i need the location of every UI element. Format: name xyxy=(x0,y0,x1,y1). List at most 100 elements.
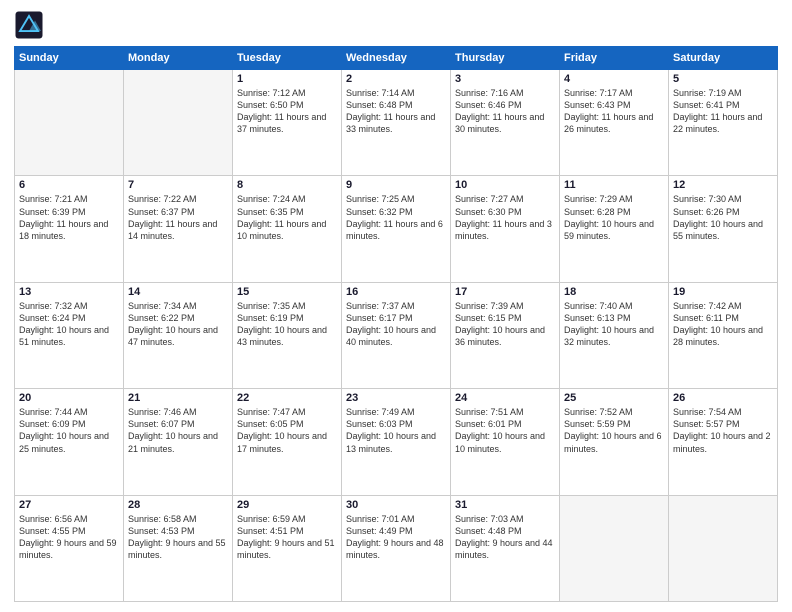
logo-icon xyxy=(14,10,44,40)
day-info: Sunrise: 7:47 AMSunset: 6:05 PMDaylight:… xyxy=(237,406,337,455)
day-number: 28 xyxy=(128,499,228,511)
calendar-cell: 10 Sunrise: 7:27 AMSunset: 6:30 PMDayligh… xyxy=(451,176,560,282)
day-info: Sunrise: 7:54 AMSunset: 5:57 PMDaylight:… xyxy=(673,406,773,455)
weekday-header-friday: Friday xyxy=(560,47,669,70)
calendar-cell: 7 Sunrise: 7:22 AMSunset: 6:37 PMDaylight… xyxy=(124,176,233,282)
day-number: 23 xyxy=(346,392,446,404)
day-info: Sunrise: 7:52 AMSunset: 5:59 PMDaylight:… xyxy=(564,406,664,455)
day-number: 4 xyxy=(564,73,664,85)
calendar-cell: 30 Sunrise: 7:01 AMSunset: 4:49 PMDayligh… xyxy=(342,495,451,601)
week-row-5: 27 Sunrise: 6:56 AMSunset: 4:55 PMDayligh… xyxy=(15,495,778,601)
page: SundayMondayTuesdayWednesdayThursdayFrid… xyxy=(0,0,792,612)
weekday-header-thursday: Thursday xyxy=(451,47,560,70)
weekday-header-wednesday: Wednesday xyxy=(342,47,451,70)
calendar-cell: 24 Sunrise: 7:51 AMSunset: 6:01 PMDayligh… xyxy=(451,389,560,495)
day-info: Sunrise: 7:17 AMSunset: 6:43 PMDaylight:… xyxy=(564,87,664,136)
calendar-cell: 9Sunrise: 7:25 AMSunset: 6:32 PMDaylight… xyxy=(342,176,451,282)
calendar-cell xyxy=(15,70,124,176)
week-row-3: 13 Sunrise: 7:32 AMSunset: 6:24 PMDayligh… xyxy=(15,282,778,388)
day-info: Sunrise: 7:30 AMSunset: 6:26 PMDaylight:… xyxy=(673,193,773,242)
calendar-cell: 2Sunrise: 7:14 AMSunset: 6:48 PMDaylight… xyxy=(342,70,451,176)
day-number: 29 xyxy=(237,499,337,511)
calendar-cell: 12 Sunrise: 7:30 AMSunset: 6:26 PMDayligh… xyxy=(669,176,778,282)
calendar-cell: 14 Sunrise: 7:34 AMSunset: 6:22 PMDayligh… xyxy=(124,282,233,388)
calendar-cell xyxy=(124,70,233,176)
day-info: Sunrise: 7:16 AMSunset: 6:46 PMDaylight:… xyxy=(455,87,555,136)
day-number: 21 xyxy=(128,392,228,404)
calendar-cell: 20 Sunrise: 7:44 AMSunset: 6:09 PMDayligh… xyxy=(15,389,124,495)
calendar-cell: 5Sunrise: 7:19 AMSunset: 6:41 PMDaylight… xyxy=(669,70,778,176)
day-number: 30 xyxy=(346,499,446,511)
calendar-table: SundayMondayTuesdayWednesdayThursdayFrid… xyxy=(14,46,778,602)
day-number: 20 xyxy=(19,392,119,404)
calendar-cell: 19Sunrise: 7:42 AMSunset: 6:11 PMDayligh… xyxy=(669,282,778,388)
day-info: Sunrise: 7:21 AMSunset: 6:39 PMDaylight:… xyxy=(19,193,119,242)
day-number: 1 xyxy=(237,73,337,85)
calendar-cell: 25 Sunrise: 7:52 AMSunset: 5:59 PMDayligh… xyxy=(560,389,669,495)
day-number: 10 xyxy=(455,179,555,191)
day-number: 16 xyxy=(346,286,446,298)
day-info: Sunrise: 7:22 AMSunset: 6:37 PMDaylight:… xyxy=(128,193,228,242)
day-number: 24 xyxy=(455,392,555,404)
day-info: Sunrise: 6:59 AMSunset: 4:51 PMDaylight:… xyxy=(237,513,337,562)
day-number: 6 xyxy=(19,179,119,191)
calendar-cell: 21Sunrise: 7:46 AMSunset: 6:07 PMDayligh… xyxy=(124,389,233,495)
day-info: Sunrise: 7:44 AMSunset: 6:09 PMDaylight:… xyxy=(19,406,119,455)
weekday-header-saturday: Saturday xyxy=(669,47,778,70)
day-number: 2 xyxy=(346,73,446,85)
calendar-cell: 31 Sunrise: 7:03 AMSunset: 4:48 PMDayligh… xyxy=(451,495,560,601)
day-number: 5 xyxy=(673,73,773,85)
day-info: Sunrise: 7:01 AMSunset: 4:49 PMDaylight:… xyxy=(346,513,446,562)
day-number: 26 xyxy=(673,392,773,404)
day-number: 13 xyxy=(19,286,119,298)
day-number: 14 xyxy=(128,286,228,298)
weekday-header-tuesday: Tuesday xyxy=(233,47,342,70)
day-info: Sunrise: 7:39 AMSunset: 6:15 PMDaylight:… xyxy=(455,300,555,349)
day-info: Sunrise: 7:24 AMSunset: 6:35 PMDaylight:… xyxy=(237,193,337,242)
day-info: Sunrise: 6:56 AMSunset: 4:55 PMDaylight:… xyxy=(19,513,119,562)
day-info: Sunrise: 6:58 AMSunset: 4:53 PMDaylight:… xyxy=(128,513,228,562)
calendar-cell: 22 Sunrise: 7:47 AMSunset: 6:05 PMDayligh… xyxy=(233,389,342,495)
day-info: Sunrise: 7:29 AMSunset: 6:28 PMDaylight:… xyxy=(564,193,664,242)
day-number: 7 xyxy=(128,179,228,191)
calendar-cell: 27 Sunrise: 6:56 AMSunset: 4:55 PMDayligh… xyxy=(15,495,124,601)
day-info: Sunrise: 7:27 AMSunset: 6:30 PMDaylight:… xyxy=(455,193,555,242)
calendar-cell: 3 Sunrise: 7:16 AMSunset: 6:46 PMDaylight… xyxy=(451,70,560,176)
calendar-cell xyxy=(669,495,778,601)
day-number: 27 xyxy=(19,499,119,511)
calendar-cell: 17Sunrise: 7:39 AMSunset: 6:15 PMDayligh… xyxy=(451,282,560,388)
calendar-cell: 13 Sunrise: 7:32 AMSunset: 6:24 PMDayligh… xyxy=(15,282,124,388)
weekday-header-monday: Monday xyxy=(124,47,233,70)
day-number: 3 xyxy=(455,73,555,85)
day-number: 9 xyxy=(346,179,446,191)
calendar-cell: 28 Sunrise: 6:58 AMSunset: 4:53 PMDayligh… xyxy=(124,495,233,601)
week-row-4: 20 Sunrise: 7:44 AMSunset: 6:09 PMDayligh… xyxy=(15,389,778,495)
calendar-cell: 16Sunrise: 7:37 AMSunset: 6:17 PMDayligh… xyxy=(342,282,451,388)
calendar-cell: 11Sunrise: 7:29 AMSunset: 6:28 PMDayligh… xyxy=(560,176,669,282)
week-row-2: 6 Sunrise: 7:21 AMSunset: 6:39 PMDaylight… xyxy=(15,176,778,282)
day-number: 22 xyxy=(237,392,337,404)
day-info: Sunrise: 7:49 AMSunset: 6:03 PMDaylight:… xyxy=(346,406,446,455)
day-number: 15 xyxy=(237,286,337,298)
calendar-cell: 4 Sunrise: 7:17 AMSunset: 6:43 PMDaylight… xyxy=(560,70,669,176)
day-info: Sunrise: 7:51 AMSunset: 6:01 PMDaylight:… xyxy=(455,406,555,455)
calendar-cell: 23 Sunrise: 7:49 AMSunset: 6:03 PMDayligh… xyxy=(342,389,451,495)
day-info: Sunrise: 7:40 AMSunset: 6:13 PMDaylight:… xyxy=(564,300,664,349)
calendar-cell: 1 Sunrise: 7:12 AMSunset: 6:50 PMDaylight… xyxy=(233,70,342,176)
day-number: 12 xyxy=(673,179,773,191)
day-info: Sunrise: 7:03 AMSunset: 4:48 PMDaylight:… xyxy=(455,513,555,562)
weekday-header-sunday: Sunday xyxy=(15,47,124,70)
calendar-cell: 18Sunrise: 7:40 AMSunset: 6:13 PMDayligh… xyxy=(560,282,669,388)
calendar-cell xyxy=(560,495,669,601)
day-number: 31 xyxy=(455,499,555,511)
day-number: 25 xyxy=(564,392,664,404)
header xyxy=(14,10,778,40)
day-info: Sunrise: 7:42 AMSunset: 6:11 PMDaylight:… xyxy=(673,300,773,349)
day-info: Sunrise: 7:12 AMSunset: 6:50 PMDaylight:… xyxy=(237,87,337,136)
week-row-1: 1 Sunrise: 7:12 AMSunset: 6:50 PMDaylight… xyxy=(15,70,778,176)
weekday-header-row: SundayMondayTuesdayWednesdayThursdayFrid… xyxy=(15,47,778,70)
calendar-cell: 6 Sunrise: 7:21 AMSunset: 6:39 PMDaylight… xyxy=(15,176,124,282)
day-info: Sunrise: 7:32 AMSunset: 6:24 PMDaylight:… xyxy=(19,300,119,349)
day-info: Sunrise: 7:34 AMSunset: 6:22 PMDaylight:… xyxy=(128,300,228,349)
calendar-cell: 15Sunrise: 7:35 AMSunset: 6:19 PMDayligh… xyxy=(233,282,342,388)
